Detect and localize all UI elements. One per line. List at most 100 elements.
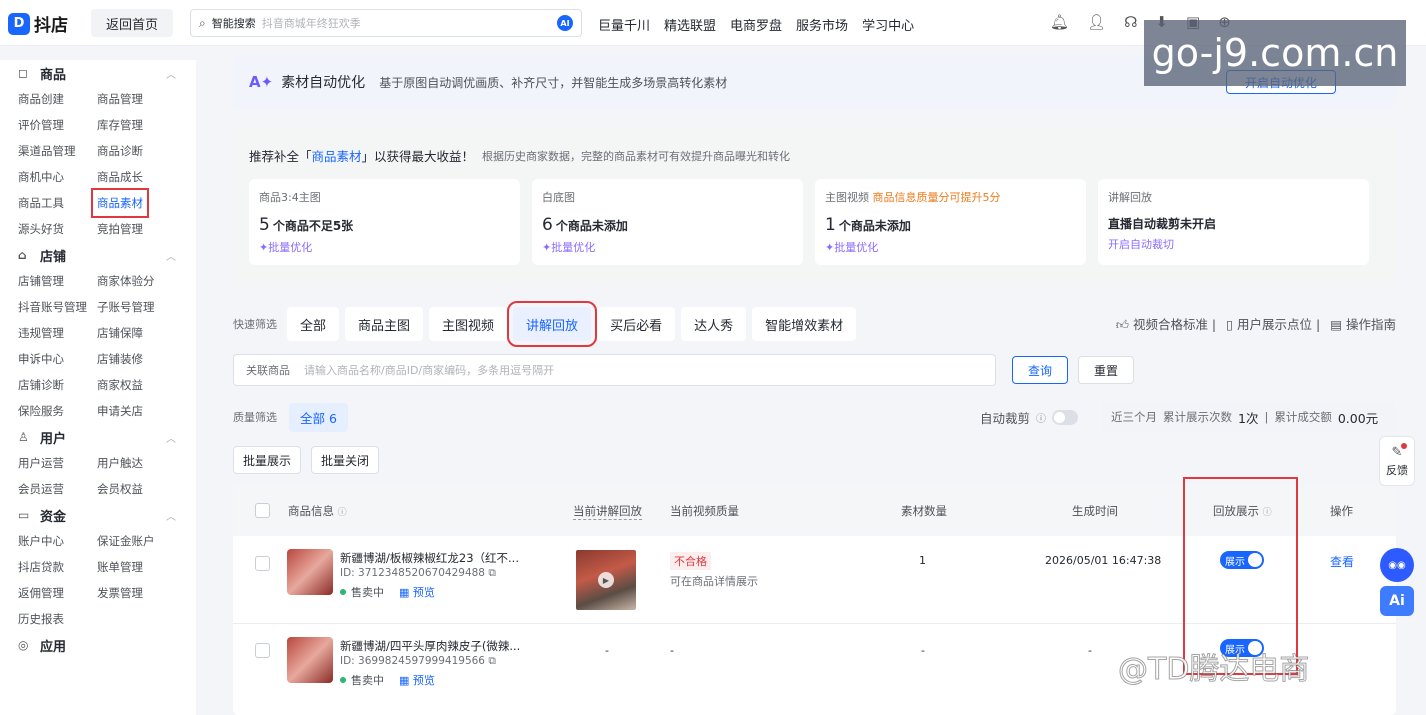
status-dot [340,677,346,683]
select-all-checkbox[interactable] [255,503,270,518]
user-icon[interactable]: 👤︎ [1087,13,1106,31]
sidebar-item[interactable]: 商品工具 [18,190,97,216]
batch-close-button[interactable]: 批量关闭 [311,446,379,474]
sidebar-item[interactable]: 店铺管理 [18,268,97,294]
quality-empty: - [670,644,674,657]
tab-main-image[interactable]: 商品主图 [345,307,424,341]
ai-assistant[interactable]: ◉◉ Ai [1380,548,1416,618]
nav-service-market[interactable]: 服务市场 [796,15,848,34]
sidebar-item[interactable]: 违规管理 [18,320,97,346]
product-name[interactable]: 新疆博湖/四平头厚肉辣皮子(微辣... [340,638,520,654]
nav-compass[interactable]: 电商罗盘 [730,15,782,34]
product-image[interactable] [287,637,333,683]
col-current-replay: 当前讲解回放 [573,504,642,520]
sidebar-group-header[interactable]: ♙ 用户 ︿ [18,424,196,450]
preview-link[interactable]: ▦ 预览 [399,672,435,688]
related-goods-input[interactable]: 关联商品 请输入商品名称/商品ID/商家编码，多条用逗号隔开 [233,354,996,386]
sidebar-item[interactable]: 账单管理 [97,554,176,580]
sidebar-item[interactable]: 会员运营 [18,476,97,502]
sidebar-item[interactable]: 账户中心 [18,528,97,554]
sidebar-item[interactable]: 保证金账户 [97,528,176,554]
group-title: 资金 [40,509,67,525]
sidebar-group-header[interactable]: ◎ 应用 [18,632,196,658]
nav-learning-center[interactable]: 学习中心 [862,15,914,34]
replay-video-thumbnail[interactable]: ▶ [576,550,636,610]
video-standard-link[interactable]: 👍︎ 视频合格标准 | [1116,314,1216,333]
tab-replay[interactable]: 讲解回放 [507,301,598,347]
help-icon[interactable]: ⓘ [1036,410,1046,425]
sidebar-item[interactable]: 店铺诊断 [18,372,97,398]
feedback-button[interactable]: ✎ 反馈 [1379,436,1415,486]
headset-icon[interactable]: ☊ [1124,13,1137,31]
recommend-title-highlight[interactable]: 商品素材 [312,149,362,164]
tab-after-purchase[interactable]: 买后必看 [597,307,676,341]
copy-icon[interactable]: ⧉ [488,567,496,579]
nav-qianchuan[interactable]: 巨量千川 [598,15,650,34]
sidebar-item[interactable]: 商家体验分 [97,268,176,294]
chevron-up-icon: ︿ [166,511,176,523]
sidebar-item-goods-material[interactable]: 商品素材 [91,188,149,218]
sidebar-item[interactable]: 渠道品管理 [18,138,97,164]
row-checkbox[interactable] [255,556,270,571]
help-icon[interactable]: ⓘ [338,508,347,518]
auto-cut-toggle[interactable] [1052,410,1079,425]
sidebar-group-apps: ◎ 应用 [0,632,196,658]
sidebar-item[interactable]: 用户运营 [18,450,97,476]
sidebar-item[interactable]: 申诉中心 [18,346,97,372]
reset-button[interactable]: 重置 [1078,356,1134,384]
sidebar-item[interactable]: 竞拍管理 [97,216,176,242]
enable-auto-cut-link[interactable]: 开启自动裁切 [1108,236,1359,252]
sidebar-item[interactable]: 店铺保障 [97,320,176,346]
sidebar-item[interactable]: 店铺装修 [97,346,176,372]
sidebar-item[interactable]: 申请关店 [97,398,176,424]
sidebar-item[interactable]: 会员权益 [97,476,176,502]
play-icon: ▶ [598,572,614,588]
sidebar-item[interactable]: 商机中心 [18,164,97,190]
sidebar-item[interactable]: 评价管理 [18,112,97,138]
tab-smart-material[interactable]: 智能增效素材 [752,307,857,341]
quality-badge: 不合格 [670,552,711,570]
view-link[interactable]: 查看 [1330,553,1354,570]
sidebar-item[interactable]: 子账号管理 [97,294,176,320]
sidebar-group-header[interactable]: ▭ 资金 ︿ [18,502,196,528]
sidebar-item[interactable]: 返佣管理 [18,580,97,606]
sidebar-item[interactable]: 库存管理 [97,112,176,138]
sidebar-item[interactable]: 抖店贷款 [18,554,97,580]
search-button[interactable]: 查询 [1012,356,1068,384]
sidebar-item[interactable]: 商家权益 [97,372,176,398]
product-image[interactable] [287,549,333,595]
bell-icon[interactable]: 🔔︎ [1050,13,1069,31]
sidebar-group-header[interactable]: ◻ 商品 ︿ [18,60,196,86]
nav-alliance[interactable]: 精选联盟 [664,15,716,34]
sidebar-item[interactable]: 源头好货 [18,216,97,242]
batch-show-button[interactable]: 批量展示 [233,446,301,474]
product-name[interactable]: 新疆博湖/板椒辣椒红龙23（红不... [340,550,519,566]
search-input[interactable]: ⌕ 智能搜索 抖音商城年终狂欢季 AI [190,9,582,37]
logo[interactable]: D 抖店 [8,11,68,36]
sidebar-item[interactable]: 发票管理 [97,580,176,606]
tab-influencer-show[interactable]: 达人秀 [681,307,747,341]
sidebar-item[interactable]: 保险服务 [18,398,97,424]
sidebar-item[interactable]: 商品管理 [97,86,176,112]
tab-main-video[interactable]: 主图视频 [429,307,508,341]
sidebar-item[interactable]: 用户触达 [97,450,176,476]
preview-link[interactable]: ▦ 预览 [399,584,435,600]
quality-all-tag[interactable]: 全部 6 [289,402,348,432]
sidebar-item[interactable]: 历史报表 [18,606,97,632]
sidebar-item[interactable]: 商品诊断 [97,138,176,164]
sidebar-item[interactable]: 商品创建 [18,86,97,112]
display-position-link[interactable]: ▯ 用户展示点位 | [1226,314,1320,333]
sidebar-item[interactable]: 商品成长 [97,164,176,190]
row-checkbox[interactable] [255,643,270,658]
tab-all[interactable]: 全部 [287,307,340,341]
sidebar-item[interactable]: 抖音账号管理 [18,294,97,320]
ai-search-icon[interactable]: AI [557,15,573,31]
batch-optimize-link[interactable]: ✦批量优化 [259,239,510,255]
copy-icon[interactable]: ⧉ [488,655,496,667]
batch-optimize-link[interactable]: ✦批量优化 [542,239,793,255]
card-text: 个商品未添加 [555,219,628,233]
batch-optimize-link[interactable]: ✦批量优化 [825,239,1076,255]
guide-link[interactable]: ▤ 操作指南 [1330,314,1396,333]
sidebar-group-header[interactable]: ⌂ 店铺 ︿ [18,242,196,268]
home-button[interactable]: 返回首页 [91,9,173,37]
